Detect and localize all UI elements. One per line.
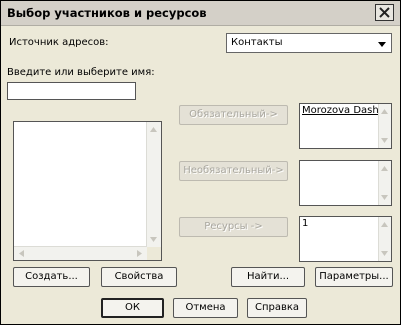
scroll-right-icon[interactable]: [134, 248, 145, 259]
create-button[interactable]: Создать...: [13, 267, 90, 287]
close-icon: [379, 7, 390, 18]
find-button[interactable]: Найти...: [231, 267, 305, 287]
ok-button[interactable]: ОК: [101, 298, 164, 318]
name-input[interactable]: [7, 82, 136, 100]
scroll-up-icon[interactable]: [148, 124, 159, 135]
resources-list-item[interactable]: 1: [302, 218, 308, 229]
scroll-down-icon[interactable]: [379, 135, 390, 146]
required-list[interactable]: Morozova Dasha: [299, 103, 392, 149]
scroll-up-icon[interactable]: [379, 106, 390, 117]
optional-list-scrollbar[interactable]: [378, 161, 391, 205]
source-label: Источник адресов:: [9, 37, 109, 48]
required-list-item[interactable]: Morozova Dasha: [302, 105, 385, 116]
properties-button[interactable]: Свойства: [101, 267, 177, 287]
source-dropdown-value: Контакты: [231, 37, 283, 48]
close-button[interactable]: [375, 4, 394, 21]
contacts-list-vertical-scrollbar[interactable]: [146, 122, 161, 260]
required-button[interactable]: Обязательный->: [179, 105, 288, 125]
contacts-list-horizontal-scrollbar[interactable]: [14, 246, 147, 260]
dialog-window: Выбор участников и ресурсов Источник адр…: [0, 0, 401, 325]
scroll-corner: [147, 247, 161, 260]
chevron-down-icon[interactable]: [376, 38, 388, 50]
cancel-button[interactable]: Отмена: [173, 298, 238, 318]
scroll-down-icon[interactable]: [379, 192, 390, 203]
resources-list-scrollbar[interactable]: [378, 217, 391, 261]
scroll-down-icon[interactable]: [148, 234, 159, 245]
name-label: Введите или выберите имя:: [7, 67, 155, 78]
resources-button[interactable]: Ресурсы ->: [179, 217, 288, 237]
source-dropdown[interactable]: Контакты: [226, 33, 392, 53]
options-button[interactable]: Параметры...: [315, 267, 393, 287]
help-button[interactable]: Справка: [247, 298, 307, 318]
scroll-up-icon[interactable]: [379, 163, 390, 174]
scroll-down-icon[interactable]: [379, 248, 390, 259]
scroll-left-icon[interactable]: [16, 248, 27, 259]
optional-list[interactable]: [299, 160, 392, 206]
window-title: Выбор участников и ресурсов: [7, 6, 207, 20]
title-bar[interactable]: Выбор участников и ресурсов: [1, 1, 400, 26]
resources-list[interactable]: 1: [299, 216, 392, 262]
required-list-scrollbar[interactable]: [378, 104, 391, 148]
contacts-list[interactable]: [13, 121, 162, 261]
scroll-up-icon[interactable]: [379, 219, 390, 230]
optional-button[interactable]: Необязательный->: [179, 161, 288, 181]
